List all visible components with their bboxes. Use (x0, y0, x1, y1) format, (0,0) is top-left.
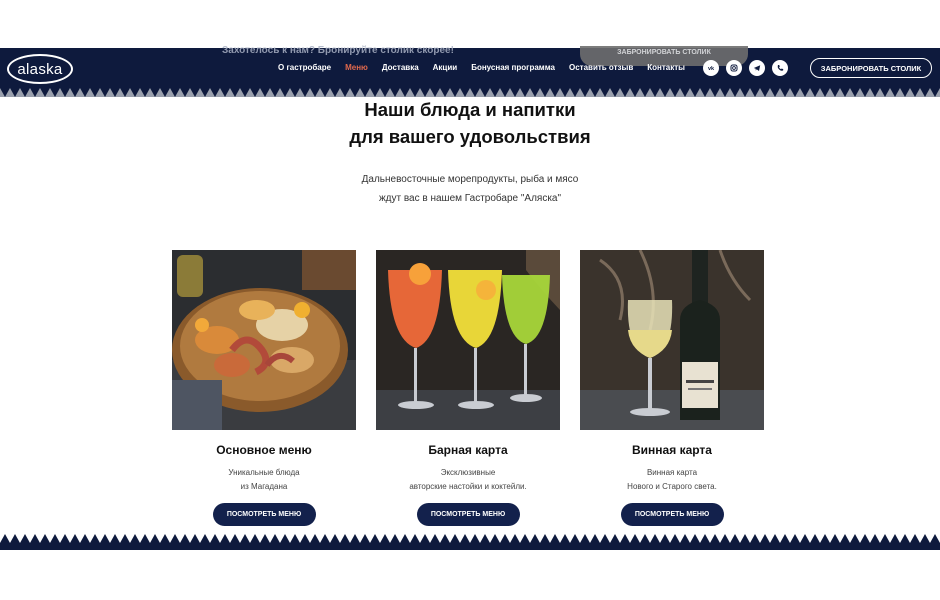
main-menu-photo[interactable] (172, 250, 356, 430)
card-desc-line-1: Уникальные блюда (228, 468, 300, 477)
book-table-button[interactable]: ЗАБРОНИРОВАТЬ СТОЛИК (810, 58, 932, 78)
card-description: Эксклюзивные авторские настойки и коктей… (376, 466, 560, 494)
menu-card-bar: Барная карта Эксклюзивные авторские наст… (376, 250, 560, 526)
nav-item-bonus-program[interactable]: Бонусная программа (471, 63, 555, 72)
card-title: Винная карта (632, 443, 712, 457)
card-title: Барная карта (428, 443, 508, 457)
telegram-icon[interactable] (749, 60, 765, 76)
nav-item-menu[interactable]: Меню (345, 63, 368, 72)
card-desc-line-2: из Магадана (240, 482, 288, 491)
phone-icon[interactable] (772, 60, 788, 76)
card-desc-line-1: Эксклюзивные (440, 468, 496, 477)
section-subtitle: Дальневосточные морепродукты, рыба и мяс… (0, 170, 940, 208)
alaska-logo[interactable]: alaska (7, 54, 73, 84)
instagram-icon[interactable] (726, 60, 742, 76)
view-bar-menu-button[interactable]: ПОСМОТРЕТЬ МЕНЮ (416, 503, 520, 526)
nav-item-contacts[interactable]: Контакты (647, 63, 685, 72)
nav-item-promotions[interactable]: Акции (433, 63, 458, 72)
logo-text: alaska (17, 60, 63, 78)
card-title: Основное меню (216, 443, 312, 457)
nav-item-about[interactable]: О гастробаре (278, 63, 331, 72)
nav-item-delivery[interactable]: Доставка (382, 63, 419, 72)
menu-card-wine: Винная карта Винная карта Нового и Старо… (580, 250, 764, 526)
social-links: vk (703, 60, 788, 76)
view-wine-menu-button[interactable]: ПОСМОТРЕТЬ МЕНЮ (620, 503, 724, 526)
site-header: alaska Захотелось к нам? Бронируйте стол… (0, 45, 940, 88)
nav-item-leave-review[interactable]: Оставить отзыв (569, 63, 633, 72)
subtitle-line-1: Дальневосточные морепродукты, рыба и мяс… (361, 174, 579, 185)
title-line-2: для вашего удовольствия (349, 126, 591, 147)
menu-card-main: Основное меню Уникальные блюда из Магада… (172, 250, 356, 526)
title-line-1: Наши блюда и напитки (364, 99, 576, 120)
vk-icon[interactable]: vk (703, 60, 719, 76)
view-main-menu-button[interactable]: ПОСМОТРЕТЬ МЕНЮ (212, 503, 316, 526)
bar-menu-photo[interactable] (376, 250, 560, 430)
section-title: Наши блюда и напитки для вашего удовольс… (0, 96, 940, 150)
svg-text:vk: vk (708, 66, 715, 72)
wine-menu-photo[interactable] (580, 250, 764, 430)
footer-zigzag-border (0, 534, 940, 550)
promo-banner-text: Захотелось к нам? Бронируйте столик скор… (222, 45, 454, 56)
subtitle-line-2: ждут вас в нашем Гастробаре "Аляска" (378, 193, 562, 204)
main-nav: О гастробаре Меню Доставка Акции Бонусна… (278, 63, 699, 72)
card-description: Уникальные блюда из Магадана (172, 466, 356, 494)
card-desc-line-2: Нового и Старого света. (627, 482, 717, 491)
card-desc-line-2: авторские настойки и коктейли. (409, 482, 527, 491)
card-description: Винная карта Нового и Старого света. (580, 466, 764, 494)
card-desc-line-1: Винная карта (646, 468, 698, 477)
